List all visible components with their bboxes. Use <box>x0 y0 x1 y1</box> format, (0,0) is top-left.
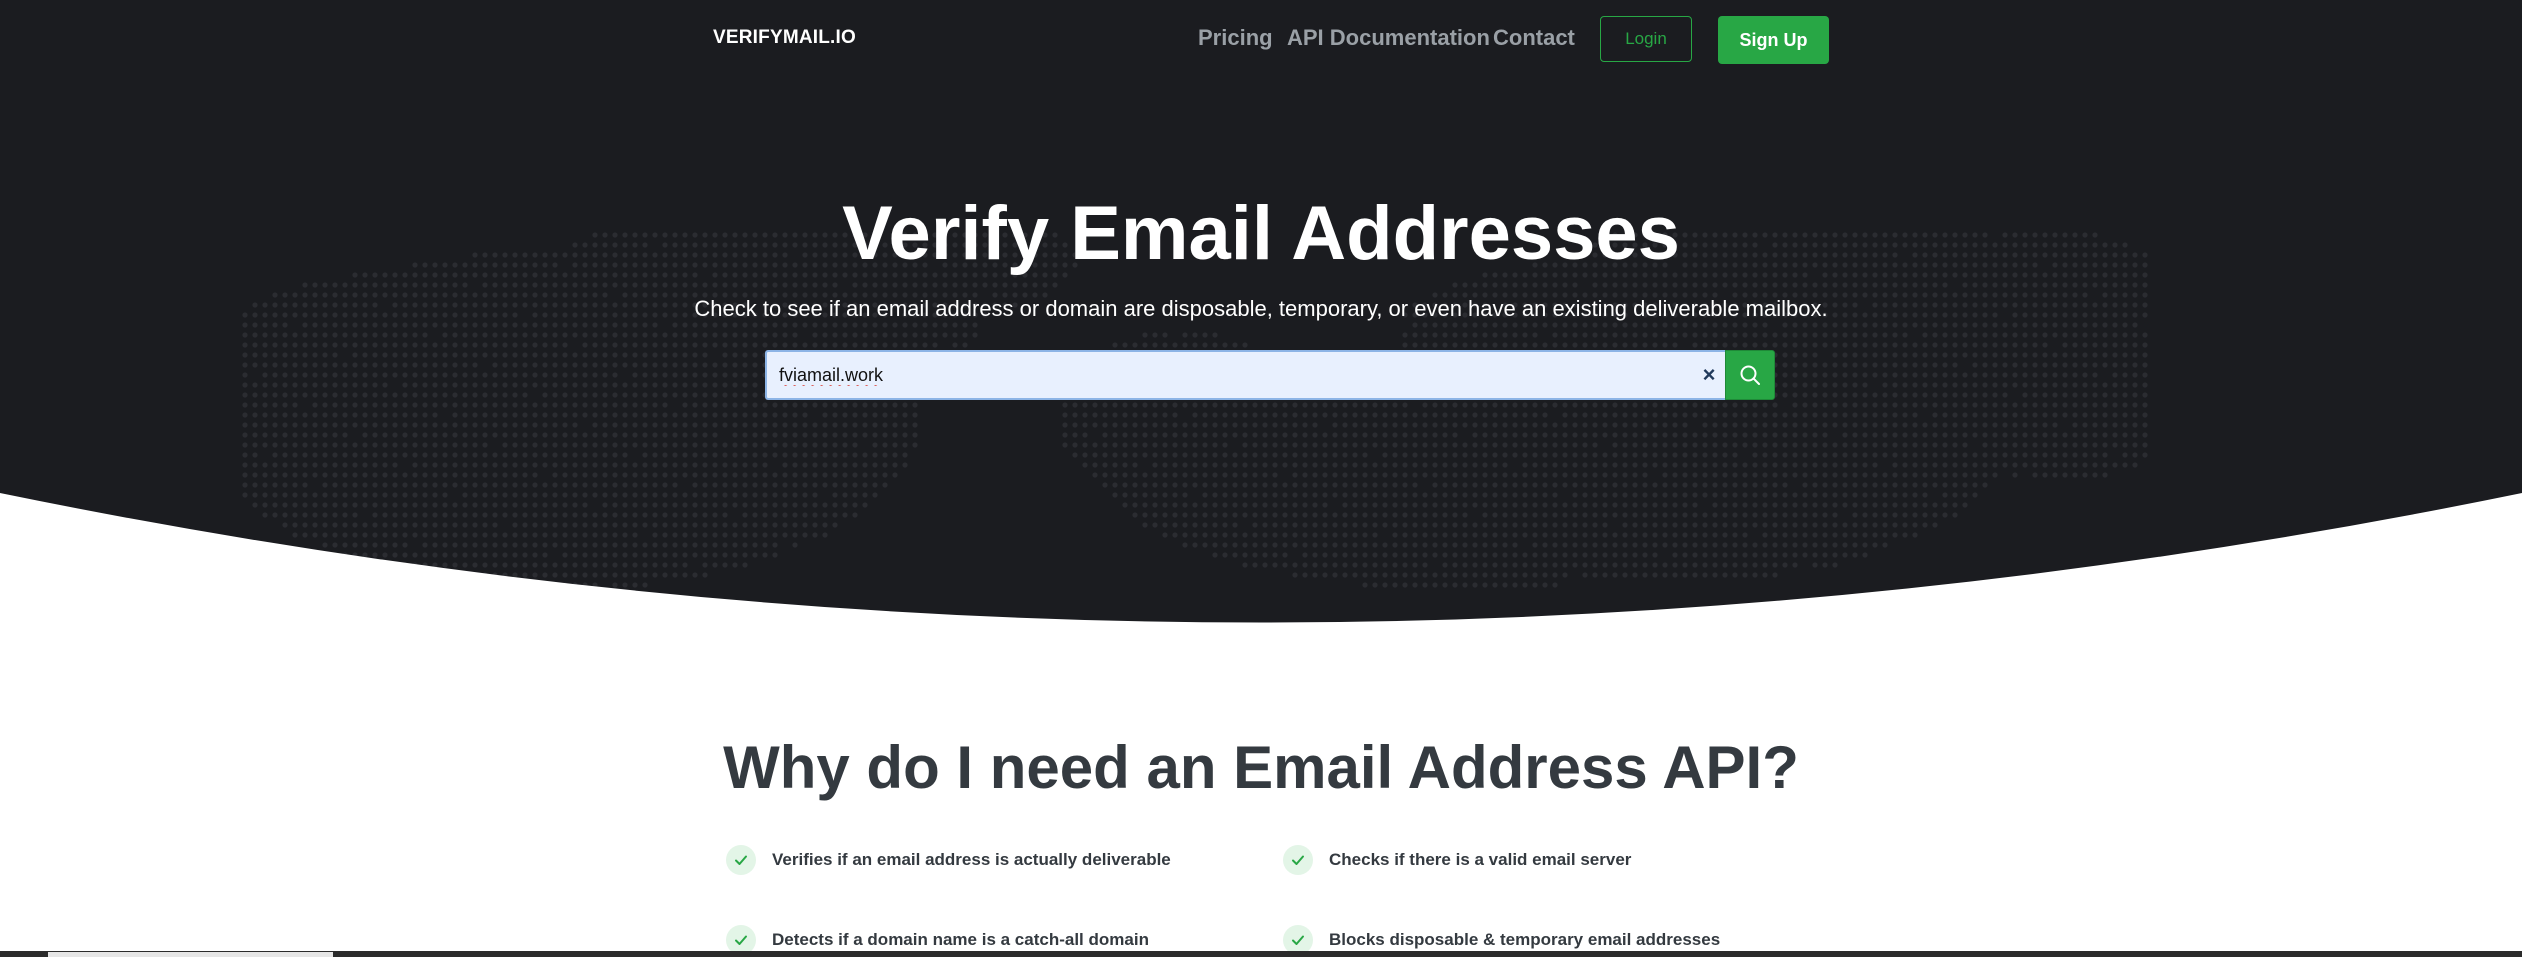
brand-logo[interactable]: VERIFYMAIL.IO <box>713 27 856 49</box>
horizontal-scrollbar[interactable] <box>0 951 2522 957</box>
email-search-bar: × <box>765 350 1775 400</box>
feature-text: Checks if there is a valid email server <box>1329 850 1632 869</box>
search-button[interactable] <box>1725 350 1775 400</box>
nav-link-contact[interactable]: Contact <box>1493 25 1575 51</box>
feature-text: Verifies if an email address is actually… <box>772 850 1171 869</box>
login-button[interactable]: Login <box>1600 16 1692 62</box>
nav-link-api-documentation[interactable]: API Documentation <box>1287 25 1490 51</box>
hero-title: Verify Email Addresses <box>842 191 1680 276</box>
why-section-title: Why do I need an Email Address API? <box>723 734 1799 801</box>
signup-button[interactable]: Sign Up <box>1718 16 1829 64</box>
check-icon <box>726 845 756 875</box>
nav-link-pricing[interactable]: Pricing <box>1198 25 1273 51</box>
email-search-input[interactable] <box>765 350 1725 400</box>
hero-section: VERIFYMAIL.IO Pricing API Documentation … <box>0 0 2522 625</box>
hero-subtitle: Check to see if an email address or doma… <box>694 296 1828 321</box>
search-icon <box>1740 365 1760 385</box>
check-icon <box>1283 845 1313 875</box>
close-icon[interactable]: × <box>1697 363 1721 387</box>
feature-item: Verifies if an email address is actually… <box>726 845 1171 875</box>
feature-item: Checks if there is a valid email server <box>1283 845 1631 875</box>
feature-text: Blocks disposable & temporary email addr… <box>1329 930 1721 949</box>
feature-text: Detects if a domain name is a catch-all … <box>772 930 1149 949</box>
scrollbar-thumb[interactable] <box>48 952 333 957</box>
